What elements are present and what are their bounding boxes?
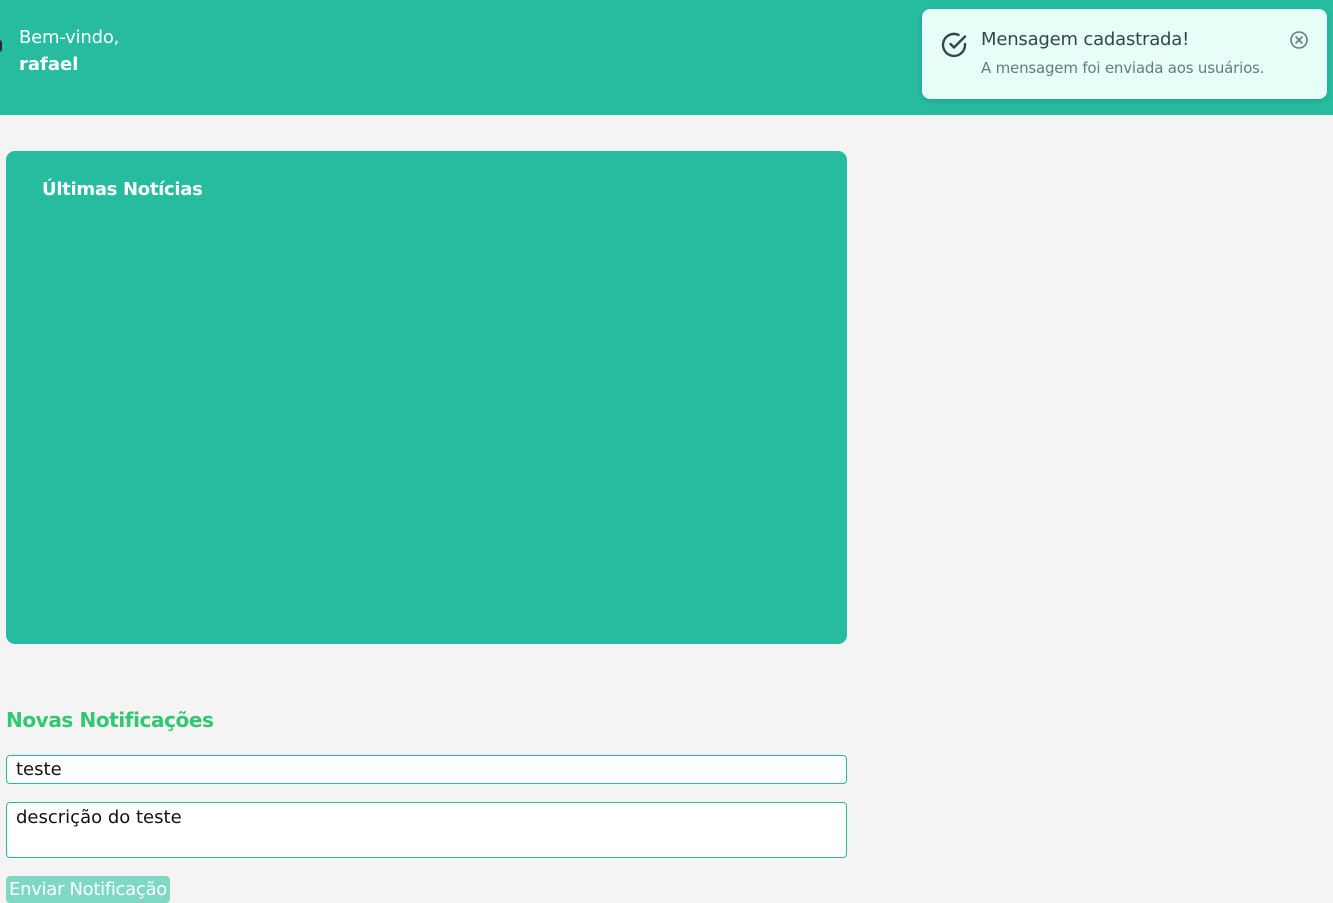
header-bar: Bem-vindo, rafael Mensagem cadastrada! A…: [0, 0, 1333, 115]
welcome-username: rafael: [19, 54, 79, 75]
latest-news-card: Últimas Notícias: [6, 151, 847, 644]
toast-message: A mensagem foi enviada aos usuários.: [981, 59, 1265, 77]
sidebar-toggle-edge[interactable]: [0, 40, 2, 52]
welcome-greeting: Bem-vindo,: [19, 27, 120, 48]
latest-news-title: Últimas Notícias: [42, 179, 203, 200]
new-notifications-title: Novas Notificações: [6, 708, 214, 732]
toast-title: Mensagem cadastrada!: [981, 29, 1190, 50]
close-circle-icon[interactable]: [1289, 30, 1309, 50]
send-notification-button[interactable]: Enviar Notificação: [6, 876, 170, 903]
notification-title-input[interactable]: [6, 755, 847, 784]
check-circle-icon: [941, 32, 967, 58]
notification-description-input[interactable]: descrição do teste: [6, 802, 847, 858]
welcome-block: Bem-vindo, rafael: [19, 24, 119, 78]
success-toast: Mensagem cadastrada! A mensagem foi envi…: [922, 9, 1327, 99]
